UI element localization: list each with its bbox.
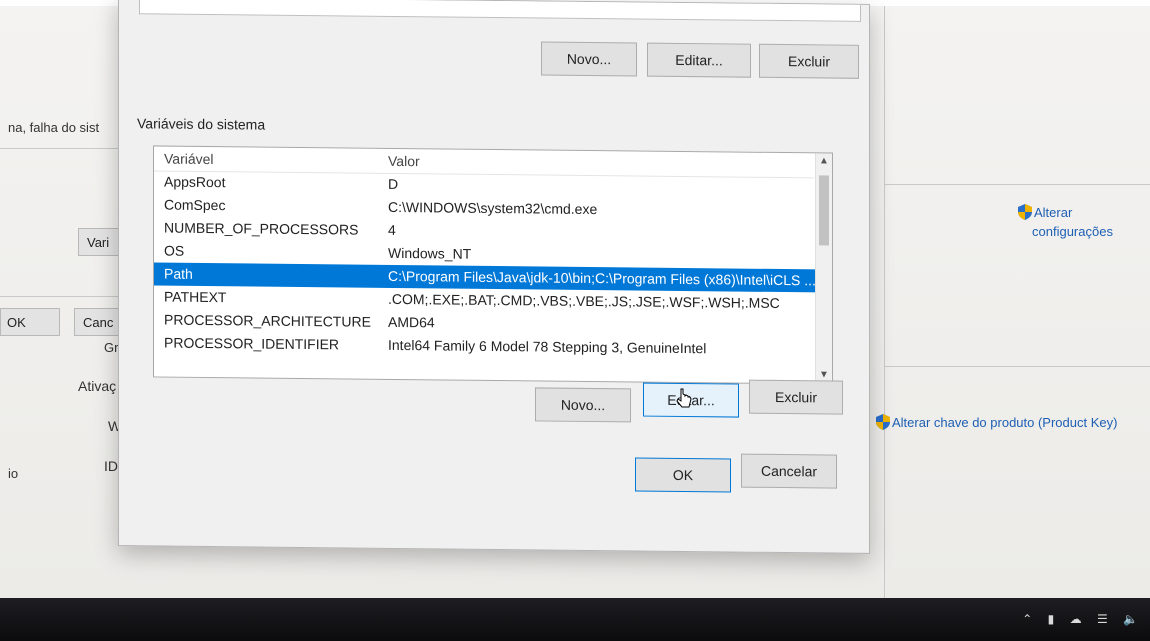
system-variables-label: Variáveis do sistema xyxy=(137,115,266,133)
variable-value-cell: .COM;.EXE;.BAT;.CMD;.VBS;.VBE;.JS;.JSE;.… xyxy=(388,290,780,311)
environment-variables-dialog: Novo... Editar... Excluir Variáveis do s… xyxy=(118,0,870,554)
ok-button[interactable]: OK xyxy=(635,457,731,493)
variable-value-cell: D xyxy=(388,175,399,192)
product-id-label: ID xyxy=(104,458,118,474)
scroll-up-icon[interactable]: ▲ xyxy=(816,153,832,169)
divider xyxy=(884,184,1150,185)
group-label: Gr xyxy=(104,340,119,355)
variable-name-cell: NUMBER_OF_PROCESSORS xyxy=(164,219,359,238)
system-delete-button[interactable]: Excluir xyxy=(749,379,843,415)
variable-name-cell: Path xyxy=(164,265,193,282)
system-variables-list[interactable]: Variável Valor AppsRoot D ComSpec C:\WINDOW… xyxy=(153,145,833,385)
variable-name-cell: OS xyxy=(164,242,185,259)
system-new-button[interactable]: Novo... xyxy=(535,387,631,423)
change-settings-label-1: Alterar xyxy=(1034,205,1073,220)
user-variables-list[interactable] xyxy=(139,0,861,22)
variable-name-cell: PROCESSOR_IDENTIFIER xyxy=(164,334,340,353)
change-settings-link[interactable]: Alterar xyxy=(1018,204,1072,220)
user-edit-button[interactable]: Editar... xyxy=(647,42,751,78)
change-settings-label-2[interactable]: configurações xyxy=(1032,224,1113,239)
cancel-button[interactable]: Cancelar xyxy=(741,453,837,489)
variable-value-cell: 4 xyxy=(388,221,396,238)
shield-icon xyxy=(876,414,890,430)
chevron-up-icon[interactable]: ⌃ xyxy=(1022,612,1038,626)
variable-value-cell: Intel64 Family 6 Model 78 Stepping 3, Ge… xyxy=(388,336,707,357)
variable-value-cell: C:\WINDOWS\system32\cmd.exe xyxy=(388,198,598,218)
variable-name-cell: PATHEXT xyxy=(164,288,227,306)
battery-icon[interactable]: ▮ xyxy=(1048,612,1061,626)
list-rows: AppsRoot D ComSpec C:\WINDOWS\system32\cmd.… xyxy=(154,170,818,361)
ok-button-background[interactable]: OK xyxy=(0,308,60,336)
taskbar: ⌃ ▮ ☁ ☰ 🔈 xyxy=(0,598,1150,641)
cancel-button-background[interactable]: Canc xyxy=(74,308,124,336)
change-product-key-link[interactable]: Alterar chave do produto (Product Key) xyxy=(876,414,1117,430)
user-new-button[interactable]: Novo... xyxy=(541,41,637,77)
user-delete-button[interactable]: Excluir xyxy=(759,43,859,79)
variable-value-cell: C:\Program Files\Java\jdk-10\bin;C:\Prog… xyxy=(388,267,816,289)
volume-icon[interactable]: 🔈 xyxy=(1123,612,1144,626)
column-header-value[interactable]: Valor xyxy=(388,153,420,169)
column-header-variable[interactable]: Variável xyxy=(164,151,214,168)
system-tray[interactable]: ⌃ ▮ ☁ ☰ 🔈 xyxy=(1022,612,1144,626)
divider xyxy=(0,148,118,149)
scrollbar-thumb[interactable] xyxy=(819,175,829,246)
variable-value-cell: AMD64 xyxy=(388,313,435,331)
cloud-icon[interactable]: ☁ xyxy=(1070,612,1088,626)
variable-name-cell: AppsRoot xyxy=(164,173,226,191)
divider xyxy=(0,296,118,297)
mouse-cursor-icon xyxy=(676,388,692,408)
startup-recovery-text: na, falha do sist xyxy=(8,120,100,135)
activation-label: Ativaç xyxy=(78,378,117,394)
panel-divider xyxy=(884,6,885,598)
variable-name-cell: ComSpec xyxy=(164,196,226,214)
variable-name-cell: PROCESSOR_ARCHITECTURE xyxy=(164,311,371,330)
shield-icon xyxy=(1018,204,1032,220)
change-product-key-label: Alterar chave do produto (Product Key) xyxy=(892,415,1118,430)
vertical-scrollbar[interactable]: ▲ ▼ xyxy=(815,153,832,384)
variable-value-cell: Windows_NT xyxy=(388,244,472,262)
divider xyxy=(884,366,1150,367)
wifi-icon[interactable]: ☰ xyxy=(1097,612,1114,626)
partial-label: io xyxy=(8,466,19,481)
